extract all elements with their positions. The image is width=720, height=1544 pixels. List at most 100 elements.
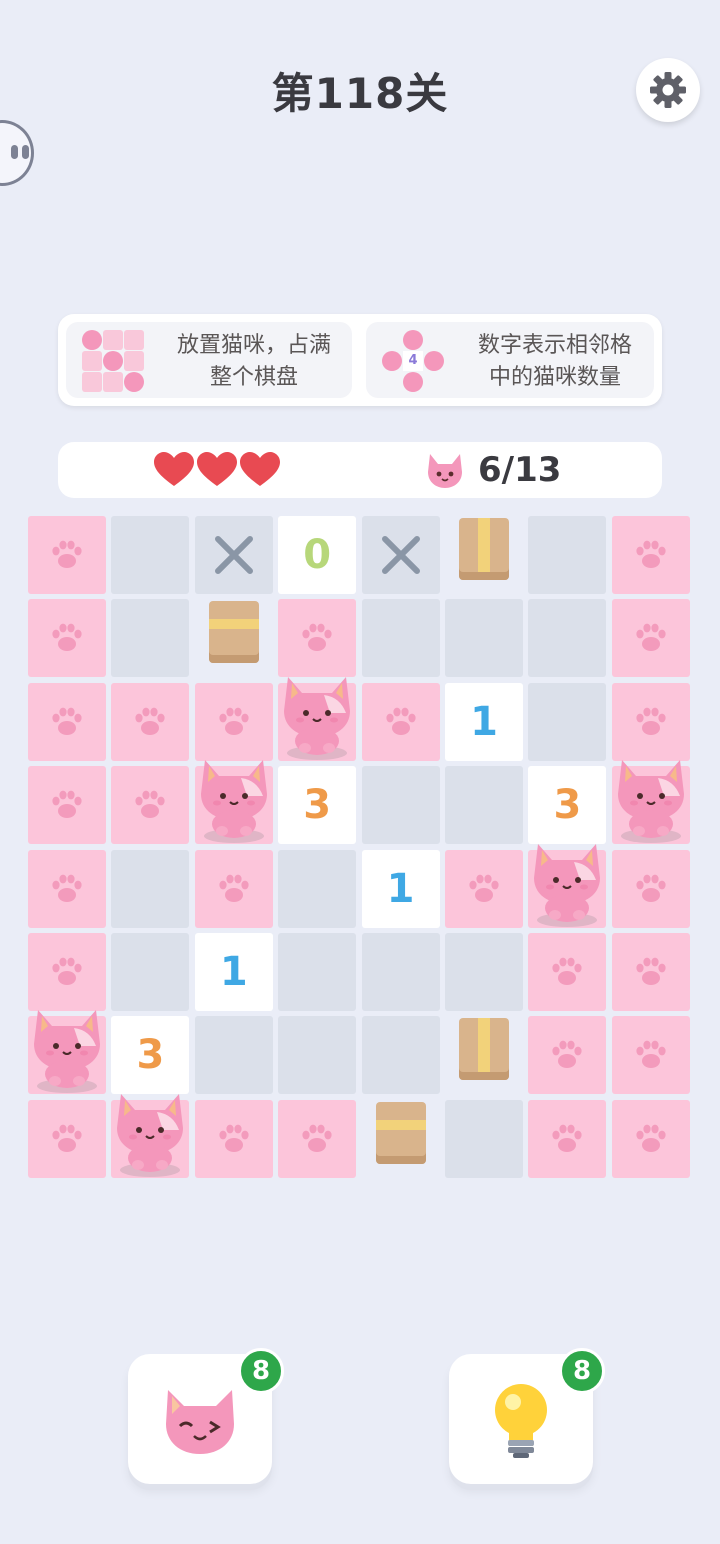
paw-icon [636,707,666,735]
board-cell-empty[interactable] [528,516,607,594]
cat-icon [34,1010,100,1094]
board-cell-number-clue: 3 [528,766,607,845]
board-cell-empty[interactable] [194,1016,273,1095]
board-cell-empty[interactable] [111,516,190,594]
paw-icon [636,623,666,652]
board-cell-paw[interactable] [611,1099,690,1178]
paw-icon [385,707,416,735]
paw-icon [552,957,582,985]
paw-icon [219,1124,249,1152]
board-cell-paw[interactable] [194,849,273,928]
board-cell-paw[interactable] [528,1016,607,1095]
board-cell-paw[interactable] [278,1099,357,1178]
board-cell-paw[interactable] [28,933,106,1011]
cat-icon [617,760,684,844]
board-cell-cat[interactable] [611,760,690,845]
board-cell-paw[interactable] [611,1016,690,1095]
board-cell-paw[interactable] [611,849,690,928]
paw-icon [52,540,82,568]
bulb-hint-button[interactable]: 8 [449,1348,605,1484]
board-cell-paw[interactable] [611,933,690,1011]
board-cell-empty[interactable] [361,933,440,1011]
cardboard-box-icon [459,1018,509,1081]
paw-icon [52,707,82,735]
board-cell-empty[interactable] [361,1016,440,1095]
board-cell-paw[interactable] [528,933,607,1011]
board-cell-empty[interactable] [278,933,357,1011]
board-cell-paw[interactable] [611,599,690,678]
rule-number-text-1: 数字表示相邻格 [477,333,632,358]
game-board: 0133113 [28,516,692,1180]
paw-icon [636,957,666,985]
heart-icon [240,452,280,486]
paw-icon [135,707,165,735]
board-cell-empty[interactable] [445,599,523,678]
board-cell-empty[interactable] [111,933,190,1011]
gear-icon [650,72,686,108]
paw-icon [302,1124,332,1152]
cat-icon [117,1093,184,1177]
paw-icon [552,1124,582,1152]
board-cell-empty[interactable] [361,766,440,845]
board-cell-paw[interactable] [611,516,690,594]
board-cell-paw[interactable] [194,1099,273,1178]
assistant-eye-icon [11,145,18,159]
rule-number-text-2: 中的猫咪数量 [488,365,621,390]
board-cell-paw[interactable] [111,766,190,845]
floating-assistant-button[interactable] [0,120,34,186]
rule-card-number: 4 数字表示相邻格 中的猫咪数量 [366,322,654,398]
rule-card-fill: 放置猫咪，占满 整个棋盘 [66,322,352,398]
heart-icon [197,452,237,486]
board-cell-empty[interactable] [111,849,190,928]
cat-hint-button[interactable]: 8 [128,1348,284,1484]
level-title: 第118关 [271,69,449,118]
board-cell-paw[interactable] [28,1099,106,1178]
board-cell-empty[interactable] [528,682,607,761]
board-cell-cat[interactable] [111,1093,190,1178]
board-cell-paw[interactable] [28,849,106,928]
board-cell-empty[interactable] [278,849,357,928]
board-cell-paw[interactable] [278,599,357,678]
cat-icon [534,843,601,927]
bulb-hint-count-badge: 8 [559,1348,605,1394]
board-cell-cat[interactable] [28,1010,106,1095]
board-cell-empty[interactable] [528,599,607,678]
board-cell-paw[interactable] [28,766,106,845]
board-cell-paw[interactable] [528,1099,607,1178]
board-cell-paw[interactable] [194,682,273,761]
status-bar: 6/13 [58,442,662,498]
board-cell-empty[interactable] [445,766,523,845]
board-cell-empty[interactable] [278,1016,357,1095]
cardboard-box-icon [459,518,509,580]
board-cell-paw[interactable] [28,682,106,761]
winking-cat-icon [166,1390,234,1454]
board-cell-empty[interactable] [111,599,190,678]
paw-icon [52,1124,82,1152]
cats-placed-counter: 6/13 [478,450,562,490]
board-cell-paw[interactable] [28,516,106,594]
board-cell-cat[interactable] [194,760,273,845]
paw-icon [302,623,332,652]
board-cell-blocked[interactable] [194,516,273,594]
cat-icon [284,676,351,760]
board-cell-number-clue: 1 [361,849,440,928]
paw-icon [219,707,249,735]
rule-fill-text-1: 放置猫咪，占满 [176,333,331,358]
paw-icon [636,874,666,902]
board-cell-paw[interactable] [361,682,440,761]
board-cell-blocked[interactable] [361,516,440,594]
board-cell-paw[interactable] [28,599,106,678]
board-cell-box [362,1100,440,1178]
board-cell-empty[interactable] [445,933,523,1011]
board-cell-empty[interactable] [445,1099,523,1178]
board-cell-paw[interactable] [611,682,690,761]
board-cell-cat[interactable] [528,843,607,928]
settings-button[interactable] [636,58,700,122]
board-cell-empty[interactable] [361,599,440,678]
board-cell-paw[interactable] [111,682,190,761]
board-cell-cat[interactable] [278,676,357,761]
board-cell-box [445,516,523,594]
paw-icon [636,1124,666,1152]
board-cell-paw[interactable] [445,849,523,928]
paw-icon [552,1040,582,1069]
